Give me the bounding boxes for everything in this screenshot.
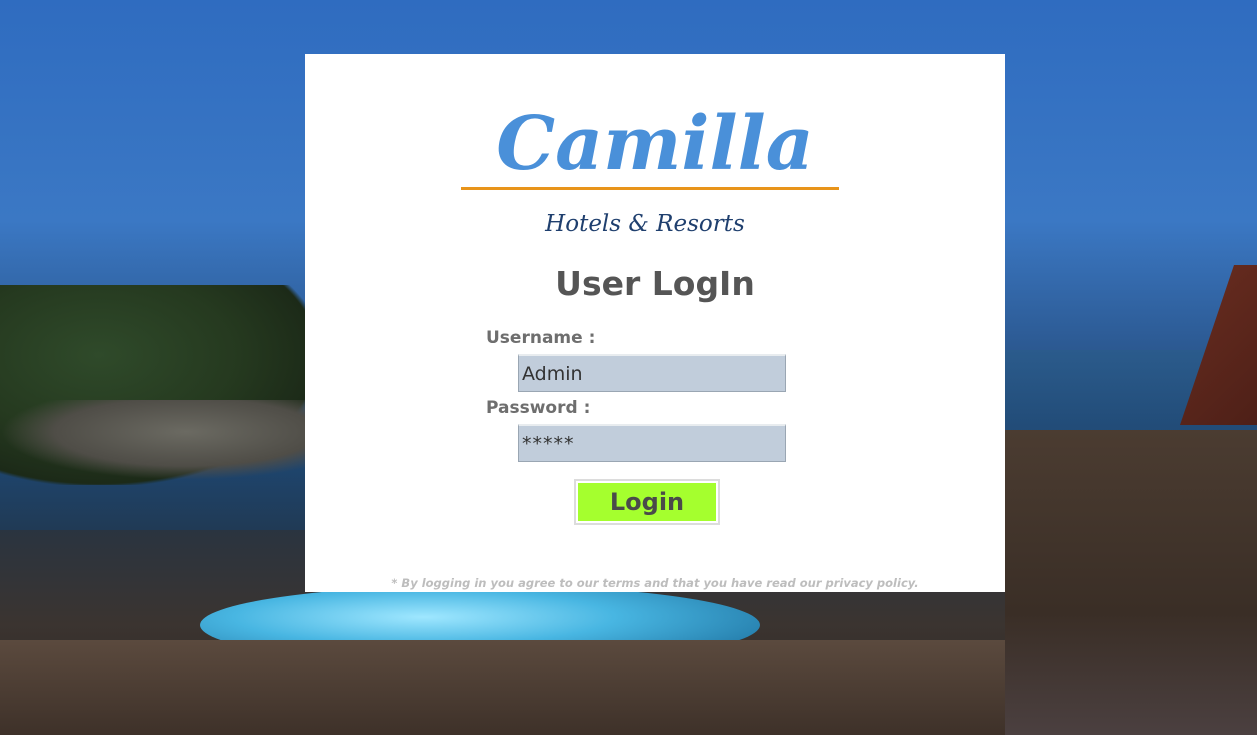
background-roof: [1180, 265, 1257, 425]
brand-logo: Camilla Hotels & Resorts: [445, 94, 865, 244]
password-label: Password :: [486, 398, 591, 418]
brand-underline: [461, 187, 839, 190]
brand-name-text: Camilla: [496, 101, 813, 187]
background-rocks: [0, 400, 310, 480]
password-input[interactable]: [518, 424, 786, 462]
brand-tagline-text: Hotels & Resorts: [544, 211, 745, 237]
page-title: User LogIn: [555, 264, 755, 303]
username-input[interactable]: [518, 354, 786, 392]
username-label: Username :: [486, 328, 596, 348]
login-card: Camilla Hotels & Resorts User LogIn User…: [305, 54, 1005, 592]
terms-notice: * By logging in you agree to our terms a…: [391, 576, 919, 590]
brand-logo-svg: Camilla Hotels & Resorts: [461, 101, 839, 237]
background-terrace: [1005, 430, 1257, 735]
login-button[interactable]: Login: [574, 479, 720, 525]
